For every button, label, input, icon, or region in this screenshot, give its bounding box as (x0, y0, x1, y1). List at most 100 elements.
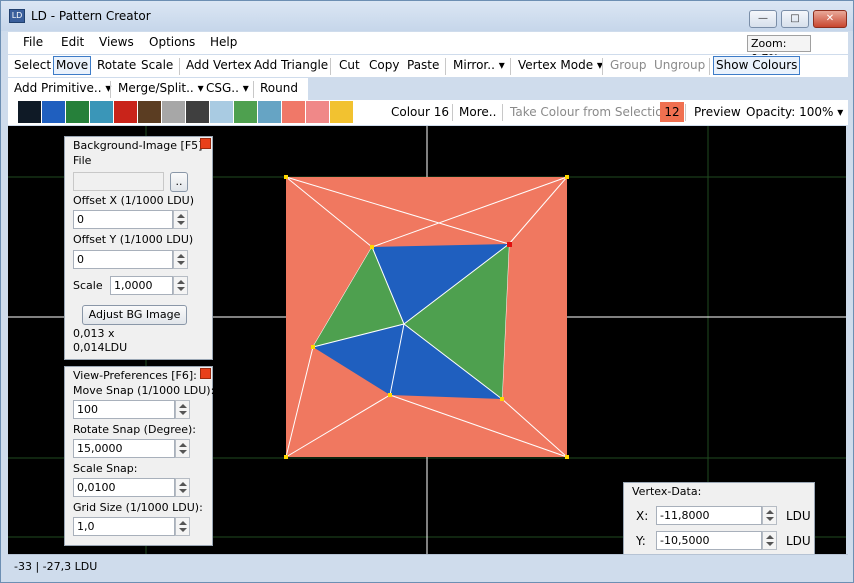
menu-views[interactable]: Views (99, 35, 134, 49)
colour-swatch[interactable] (306, 101, 329, 123)
zoom-readout: Zoom: 0,7% (747, 35, 811, 65)
paste-button[interactable]: Paste (407, 58, 439, 72)
bg-panel-title: Background-Image [F5]: (73, 139, 207, 152)
toolbar-separator (445, 58, 446, 75)
bg-dims-line2: 0,014LDU (73, 341, 128, 354)
vertex-panel-title: Vertex-Data: (632, 485, 702, 498)
merge-split-label: Merge/Split.. (118, 81, 194, 95)
colour-swatch[interactable] (42, 101, 65, 123)
toolbar-separator (709, 58, 710, 75)
add-primitive-dropdown[interactable]: Add Primitive.. ▾ (14, 81, 111, 95)
vertex-x-stepper[interactable] (762, 506, 777, 525)
status-bar: -33 | -27,3 LDU (8, 554, 848, 578)
menu-help[interactable]: Help (210, 35, 237, 49)
rotate-button[interactable]: Rotate (97, 58, 136, 72)
vertex-y-stepper[interactable] (762, 531, 777, 550)
offset-y-stepper[interactable] (173, 250, 188, 269)
file-label: File (73, 154, 92, 167)
toolbar-separator (253, 81, 254, 98)
csg-dropdown[interactable]: CSG.. ▾ (206, 81, 249, 95)
opacity-dropdown[interactable]: Opacity: 100% ▾ (746, 105, 843, 119)
move-button[interactable]: Move (53, 56, 92, 75)
vertex-mode-dropdown[interactable]: Vertex Mode ▾ (518, 58, 603, 72)
menu-file[interactable]: File (23, 35, 43, 49)
select-button[interactable]: Select (14, 58, 51, 72)
vertex-x-field[interactable]: -11,8000 (656, 506, 762, 525)
copy-button[interactable]: Copy (369, 58, 399, 72)
round-button[interactable]: Round (260, 81, 298, 95)
vertex-x-label: X: (636, 509, 649, 523)
colour-swatch[interactable] (66, 101, 89, 123)
colour-swatch[interactable] (186, 101, 209, 123)
take-colour-button[interactable]: Take Colour from Selection (510, 105, 670, 119)
scale-snap-field[interactable]: 0,0100 (73, 478, 175, 497)
grid-size-stepper[interactable] (175, 517, 190, 536)
maximize-button[interactable]: □ (781, 10, 809, 28)
scale-field[interactable]: 1,0000 (110, 276, 173, 295)
toolbar-separator (452, 104, 453, 121)
browse-button[interactable]: .. (170, 172, 188, 192)
colour-swatch[interactable] (90, 101, 113, 123)
offset-x-field[interactable]: 0 (73, 210, 173, 229)
menu-bar: File Edit Views Options Help (8, 32, 848, 54)
minimize-button[interactable]: — (749, 10, 777, 28)
more-colours-button[interactable]: More.. (459, 105, 496, 119)
app-window: LD LD - Pattern Creator — □ ✕ File Edit … (0, 0, 854, 583)
vertex-data-panel: Vertex-Data: X: -11,8000 LDU Y: -10,5000… (623, 482, 815, 557)
file-field[interactable] (73, 172, 164, 191)
selected-vertex[interactable] (507, 242, 512, 247)
preview-button[interactable]: Preview (694, 105, 741, 119)
scale-snap-stepper[interactable] (175, 478, 190, 497)
toolbar-primitives: Add Primitive.. ▾ Merge/Split.. ▾ CSG.. … (8, 78, 308, 100)
bg-panel-close-icon[interactable] (200, 138, 211, 149)
add-vertex-button[interactable]: Add Vertex (186, 58, 252, 72)
view-panel-close-icon[interactable] (200, 368, 211, 379)
vertex-y-field[interactable]: -10,5000 (656, 531, 762, 550)
colour-swatch[interactable] (282, 101, 305, 123)
ungroup-button[interactable]: Ungroup (654, 58, 705, 72)
colour-swatch[interactable] (162, 101, 185, 123)
menu-options[interactable]: Options (149, 35, 195, 49)
scale-snap-label: Scale Snap: (73, 462, 138, 475)
move-snap-label: Move Snap (1/1000 LDU): (73, 384, 215, 397)
bg-dims-line1: 0,013 x (73, 327, 115, 340)
offset-y-label: Offset Y (1/1000 LDU) (73, 233, 194, 246)
scale-button[interactable]: Scale (141, 58, 173, 72)
colour-swatch[interactable] (330, 101, 353, 123)
add-triangle-button[interactable]: Add Triangle (254, 58, 328, 72)
grid-size-field[interactable]: 1,0 (73, 517, 175, 536)
vertex-y-label: Y: (636, 534, 646, 548)
colour-swatch[interactable] (234, 101, 257, 123)
toolbar-separator (179, 58, 180, 75)
colour-swatch[interactable] (114, 101, 137, 123)
offset-y-field[interactable]: 0 (73, 250, 173, 269)
mirror-dropdown[interactable]: Mirror.. ▾ (453, 58, 505, 72)
rotate-snap-stepper[interactable] (175, 439, 190, 458)
offset-x-stepper[interactable] (173, 210, 188, 229)
vertex-y-unit: LDU (786, 534, 811, 548)
scale-stepper[interactable] (173, 276, 188, 295)
colour-swatch[interactable] (138, 101, 161, 123)
menu-edit[interactable]: Edit (61, 35, 84, 49)
background-image-panel: Background-Image [F5]: File .. Offset X … (64, 136, 213, 360)
group-button[interactable]: Group (610, 58, 647, 72)
move-snap-stepper[interactable] (175, 400, 190, 419)
colour-swatch[interactable] (210, 101, 233, 123)
toolbar-separator (502, 104, 503, 121)
cut-button[interactable]: Cut (339, 58, 360, 72)
move-snap-field[interactable]: 100 (73, 400, 175, 419)
colour-number-badge: 12 (660, 102, 684, 122)
close-button[interactable]: ✕ (813, 10, 847, 28)
colour-swatch[interactable] (258, 101, 281, 123)
rotate-snap-field[interactable]: 15,0000 (73, 439, 175, 458)
window-title: LD - Pattern Creator (31, 9, 151, 23)
show-colours-button[interactable]: Show Colours (713, 56, 801, 75)
vertex-mode-label: Vertex Mode (518, 58, 594, 72)
colour-swatch[interactable] (18, 101, 41, 123)
merge-split-dropdown[interactable]: Merge/Split.. ▾ (118, 81, 204, 95)
vertex-x-unit: LDU (786, 509, 811, 523)
opacity-label: Opacity: 100% (746, 105, 834, 119)
adjust-bg-image-button[interactable]: Adjust BG Image (82, 305, 187, 325)
colour16-button[interactable]: Colour 16 (391, 105, 449, 119)
grid-size-label: Grid Size (1/1000 LDU): (73, 501, 203, 514)
